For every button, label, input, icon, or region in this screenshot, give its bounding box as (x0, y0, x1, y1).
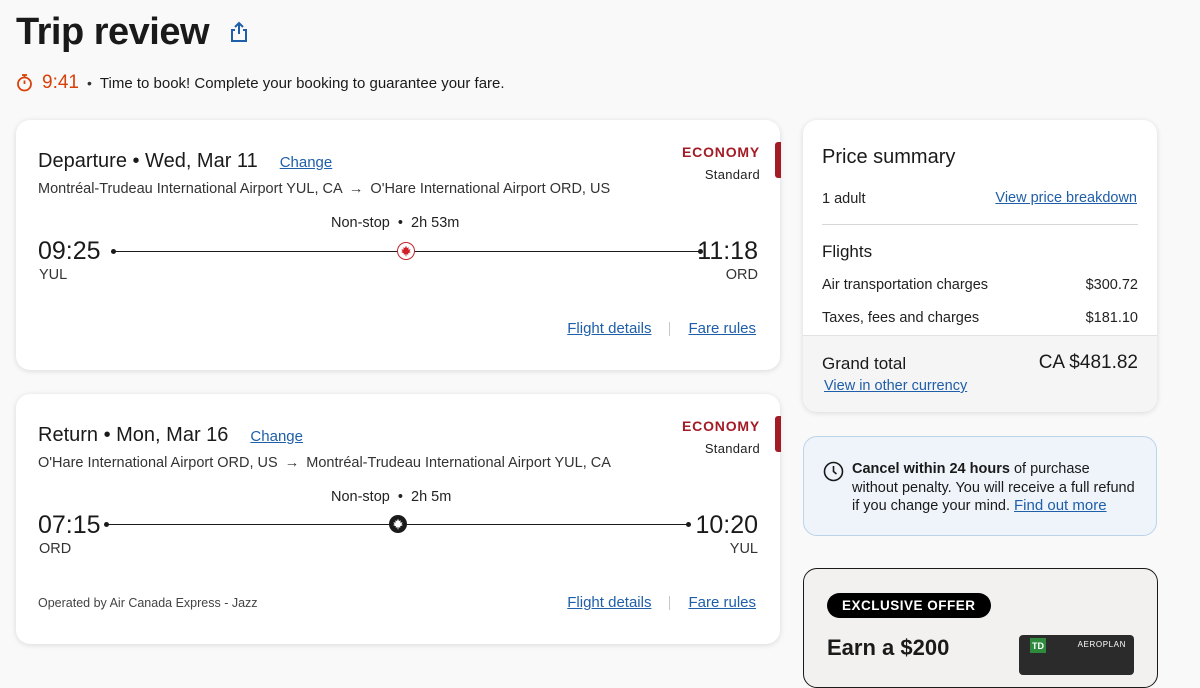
link-divider (669, 321, 671, 336)
cabin-fare: Standard (704, 167, 760, 182)
departure-links: Flight details Fare rules (567, 320, 756, 337)
stopwatch-icon (16, 73, 34, 93)
aeroplan-logo-text: AEROPLAN (1077, 640, 1126, 649)
share-icon[interactable] (227, 20, 251, 44)
return-route: O'Hare International Airport ORD, US → M… (38, 455, 611, 471)
departure-change-link[interactable]: Change (280, 154, 333, 171)
departure-depart-code: YUL (39, 267, 68, 283)
cabin-fare: Standard (704, 441, 760, 456)
departure-heading: Departure • Wed, Mar 11 (38, 150, 258, 172)
cabin-accent-bar (775, 142, 781, 178)
cancellation-info-card: Cancel within 24 hours of purchase witho… (803, 436, 1157, 536)
offer-heading: Earn a $200 (827, 635, 950, 660)
air-canada-express-icon (389, 515, 407, 533)
exclusive-offer-card[interactable]: EXCLUSIVE OFFER Earn a $200 TD AEROPLAN (803, 568, 1158, 688)
cabin-name: ECONOMY (682, 144, 760, 160)
flights-heading: Flights (822, 242, 873, 261)
return-arrive-time: 10:20 (695, 511, 758, 539)
departure-title-row: Departure • Wed, Mar 11 Change (38, 150, 332, 173)
grand-total-label: Grand total (822, 354, 907, 373)
grand-total-value: CA $481.82 (1038, 352, 1138, 373)
air-charges-value: $300.72 (1085, 277, 1138, 293)
link-divider (669, 595, 671, 610)
price-summary-card: Price summary 1 adult View price breakdo… (803, 120, 1157, 412)
return-heading: Return • Mon, Mar 16 (38, 424, 229, 446)
return-destination-airport: Montréal-Trudeau International Airport Y… (306, 455, 611, 471)
taxes-row: Taxes, fees and charges $181.10 (822, 310, 1138, 326)
return-arrive-code: YUL (729, 541, 758, 557)
page-title: Trip review (16, 11, 210, 53)
find-out-more-link[interactable]: Find out more (1014, 497, 1107, 514)
divider (822, 224, 1138, 225)
cancellation-text: Cancel within 24 hours of purchase witho… (852, 460, 1136, 516)
grand-total-section: Grand total CA $481.82 View in other cur… (803, 335, 1157, 412)
credit-card-image: TD AEROPLAN (1019, 635, 1134, 675)
departure-arrive-code: ORD (725, 267, 758, 283)
return-fare-rules-link[interactable]: Fare rules (688, 594, 756, 611)
maple-leaf-icon (397, 242, 415, 260)
departure-arrive-time: 11:18 (697, 237, 758, 265)
return-links: Flight details Fare rules (567, 594, 756, 611)
departure-flight-details-link[interactable]: Flight details (567, 320, 651, 337)
taxes-label: Taxes, fees and charges (822, 310, 980, 326)
route-arrow-icon: → (348, 181, 364, 197)
clock-icon (823, 461, 844, 482)
cabin-name: ECONOMY (682, 418, 760, 434)
departure-fare-rules-link[interactable]: Fare rules (688, 320, 756, 337)
timer-separator: • (86, 75, 92, 91)
cabin-accent-bar (775, 416, 781, 452)
air-charges-row: Air transportation charges $300.72 (822, 277, 1138, 293)
return-flight-details-link[interactable]: Flight details (567, 594, 651, 611)
cancellation-bold-text: Cancel within 24 hours (852, 461, 1010, 477)
departure-destination-airport: O'Hare International Airport ORD, US (370, 181, 611, 197)
return-depart-code: ORD (39, 541, 72, 557)
route-arrow-icon: → (284, 455, 300, 471)
td-logo: TD (1030, 638, 1046, 653)
exclusive-offer-badge: EXCLUSIVE OFFER (827, 593, 991, 618)
return-origin-airport: O'Hare International Airport ORD, US (38, 455, 278, 471)
timer-message: Time to book! Complete your booking to g… (99, 74, 505, 92)
operated-by: Operated by Air Canada Express - Jazz (38, 596, 258, 610)
return-depart-time: 07:15 (38, 511, 101, 539)
view-price-breakdown-link[interactable]: View price breakdown (995, 190, 1137, 206)
passenger-count: 1 adult (822, 191, 866, 207)
taxes-value: $181.10 (1085, 310, 1138, 326)
return-cabin: ECONOMY Standard (682, 418, 760, 456)
air-charges-label: Air transportation charges (822, 277, 989, 293)
page-header: Trip review (16, 8, 251, 56)
view-other-currency-link[interactable]: View in other currency (824, 378, 967, 394)
timer-value: 9:41 (42, 72, 79, 93)
price-summary-title: Price summary (822, 146, 956, 168)
departure-flight-card: Departure • Wed, Mar 11 Change Montréal-… (16, 120, 781, 370)
return-flight-card: Return • Mon, Mar 16 Change O'Hare Inter… (16, 394, 781, 644)
departure-origin-airport: Montréal-Trudeau International Airport Y… (38, 181, 342, 197)
return-change-link[interactable]: Change (250, 428, 303, 445)
return-title-row: Return • Mon, Mar 16 Change (38, 424, 303, 447)
timeline-end-dot (698, 249, 703, 254)
departure-depart-time: 09:25 (38, 237, 101, 265)
return-stops-duration: Non-stop • 2h 5m (331, 489, 452, 505)
departure-cabin: ECONOMY Standard (682, 144, 760, 182)
booking-timer: 9:41 • Time to book! Complete your booki… (16, 72, 505, 94)
timeline-end-dot (686, 522, 691, 527)
departure-route: Montréal-Trudeau International Airport Y… (38, 181, 610, 197)
departure-stops-duration: Non-stop • 2h 53m (331, 215, 460, 231)
